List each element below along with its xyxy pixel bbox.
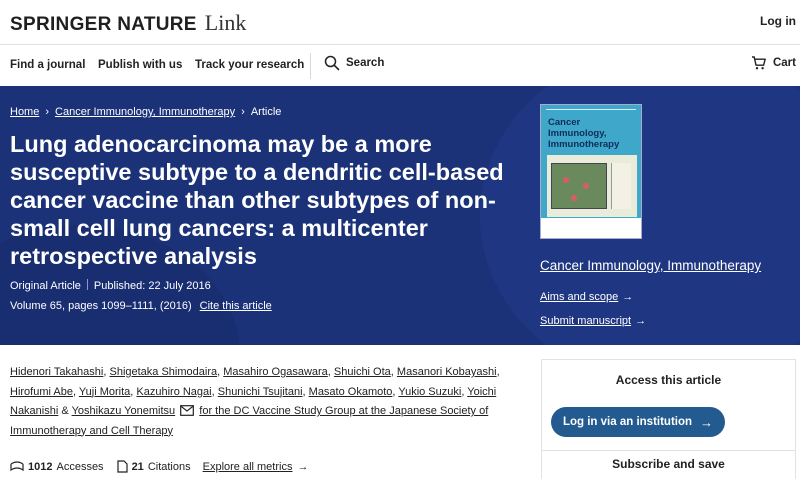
author-link[interactable]: Yukio Suzuki [398, 386, 461, 398]
cover-footer [541, 218, 641, 238]
aims-scope-label: Aims and scope [540, 291, 619, 303]
access-title: Access this article [615, 373, 722, 387]
author-link[interactable]: Shigetaka Shimodaira [109, 366, 217, 378]
search-label: Search [346, 57, 385, 69]
article-hero: Home › Cancer Immunology, Immunotherapy … [0, 86, 800, 345]
accesses-label: Accesses [56, 460, 104, 473]
arrow-right-icon: → [700, 414, 714, 430]
subscribe-heading: Subscribe and save [612, 457, 725, 471]
aims-scope-link[interactable]: Aims and scope → [540, 291, 633, 303]
arrow-right-icon: → [622, 291, 634, 303]
search-icon [324, 55, 340, 71]
login-link[interactable]: Log in [760, 14, 796, 28]
cart-icon [751, 56, 766, 70]
author-link[interactable]: Shunichi Tsujitani [218, 386, 303, 398]
author-link[interactable]: Yuji Morita [79, 386, 130, 398]
author-link[interactable]: Hidenori Takahashi [10, 366, 103, 378]
author-link[interactable]: Yoshikazu Yonemitsu [72, 405, 176, 417]
submit-manuscript-label: Submit manuscript [540, 315, 632, 327]
author-link[interactable]: Hirofumi Abe [10, 386, 73, 398]
breadcrumb-journal[interactable]: Cancer Immunology, Immunotherapy [55, 106, 235, 118]
article-volume-line: Volume 65, pages 1099–1111, (2016) Cite t… [10, 300, 272, 312]
cover-header-line [546, 109, 636, 112]
article-title: Lung adenocarcinoma may be a more suscep… [10, 131, 504, 269]
login-button-label: Log in via an institution [562, 416, 693, 428]
meta-divider [86, 279, 88, 290]
submit-manuscript-link[interactable]: Submit manuscript → [540, 315, 646, 327]
nav-publish-with-us[interactable]: Publish with us [98, 59, 182, 71]
author-link[interactable]: Shuichi Ota [334, 366, 391, 378]
journal-cover[interactable]: Cancer Immunology, Immunotherapy [540, 104, 642, 239]
nav-find-journal[interactable]: Find a journal [10, 59, 85, 71]
citations-count: 21 [131, 460, 144, 473]
accesses-metric: 1012 Accesses [10, 461, 104, 473]
author-link[interactable]: Kazuhiro Nagai [136, 386, 211, 398]
cart-button[interactable]: Cart [751, 55, 796, 71]
arrow-right-icon: → [297, 460, 309, 473]
breadcrumb-home[interactable]: Home [10, 106, 39, 118]
top-header: SPRINGER NATURE Link Log in [0, 0, 800, 45]
cover-figure-side [611, 163, 631, 209]
cover-figure-dot [571, 195, 577, 201]
nav-divider [310, 53, 311, 79]
accesses-count: 1012 [28, 460, 53, 473]
article-type: Original Article [10, 280, 81, 292]
journal-name-link[interactable]: Cancer Immunology, Immunotherapy [540, 258, 761, 273]
author-list: Hidenori Takahashi, Shigetaka Shimodaira… [10, 366, 500, 437]
search-button[interactable]: Search [324, 55, 384, 71]
arrow-right-icon: → [635, 315, 647, 327]
cover-figure-dot [563, 177, 569, 183]
author-link[interactable]: Masato Okamoto [309, 386, 393, 398]
access-divider [542, 450, 795, 451]
main-nav: Find a journal Publish with us Track you… [0, 45, 800, 86]
article-volume: Volume 65, pages 1099–1111, (2016) [10, 300, 192, 312]
cover-figure [551, 163, 607, 209]
author-link[interactable]: Masahiro Ogasawara [223, 366, 328, 378]
logo-main-text: SPRINGER NATURE [10, 14, 197, 35]
accesses-icon [10, 460, 24, 471]
cart-label: Cart [772, 57, 796, 69]
breadcrumb: Home › Cancer Immunology, Immunotherapy … [10, 106, 281, 118]
nav-track-research[interactable]: Track your research [195, 59, 304, 71]
cover-figure-dot [583, 183, 589, 189]
citations-metric: 21 Citations [116, 460, 191, 473]
springer-nature-link-logo[interactable]: SPRINGER NATURE Link [10, 10, 246, 36]
breadcrumb-chevron-icon: › [241, 106, 245, 118]
explore-metrics-link[interactable]: Explore all metrics [203, 461, 293, 473]
logo-link-text: Link [204, 10, 247, 35]
breadcrumb-current: Article [250, 106, 282, 118]
citations-label: Citations [147, 460, 191, 473]
article-metrics: 1012 Accesses 21 Citations Explore all m… [10, 460, 308, 473]
breadcrumb-chevron-icon: › [45, 106, 50, 118]
article-meta: Original Article Published: 22 July 2016 [10, 279, 211, 292]
cover-title: Cancer Immunology, Immunotherapy [548, 117, 620, 150]
published-date: Published: 22 July 2016 [93, 280, 211, 292]
mail-icon[interactable] [180, 405, 195, 416]
citations-icon [116, 460, 128, 473]
cite-article-link[interactable]: Cite this article [200, 300, 272, 312]
institution-login-button[interactable]: Log in via an institution → [551, 407, 725, 437]
author-link[interactable]: Masanori Kobayashi [397, 366, 497, 378]
access-panel: Access this article Log in via an instit… [541, 359, 796, 479]
